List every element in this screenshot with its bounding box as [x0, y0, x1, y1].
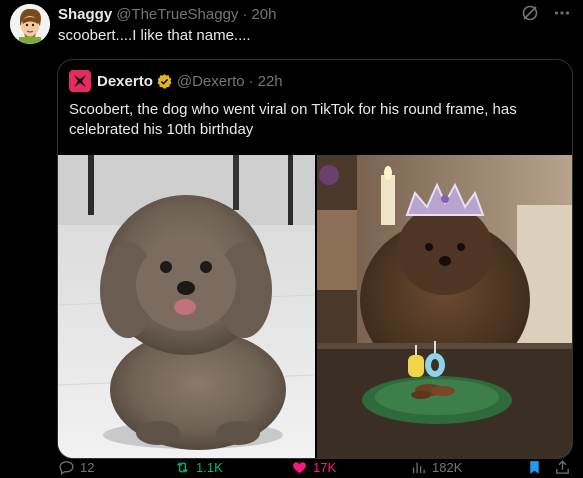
views-count: 182K [432, 459, 463, 475]
tweet-top-actions [519, 2, 573, 24]
quote-timestamp[interactable]: 22h [258, 73, 283, 90]
quote-handle[interactable]: @Dexerto [177, 73, 245, 90]
display-name[interactable]: Shaggy [58, 6, 112, 23]
timestamp[interactable]: 20h [251, 6, 276, 23]
media-image-dog[interactable] [58, 155, 315, 458]
media-image-birthday[interactable] [317, 155, 572, 458]
views-icon [412, 462, 425, 473]
bookmark-icon [530, 460, 539, 474]
repost-icon [177, 461, 188, 473]
reply-icon [59, 460, 74, 475]
grok-icon[interactable] [519, 2, 541, 24]
reply-count: 12 [80, 459, 95, 475]
share-icon [556, 459, 569, 474]
avatar[interactable] [10, 4, 50, 44]
quote-display-name[interactable]: Dexerto [97, 73, 153, 90]
handle[interactable]: @TheTrueShaggy [116, 6, 238, 23]
reply-button[interactable]: 12 [58, 458, 94, 476]
share-button[interactable] [554, 458, 571, 476]
quote-text: Scoobert, the dog who went viral on TikT… [69, 101, 517, 138]
quote-tweet[interactable]: Dexerto @Dexerto · 22h Scoobert, the dog… [57, 59, 573, 459]
tweet-header: Shaggy @TheTrueShaggy · 20h [58, 3, 276, 25]
repost-button[interactable]: 1.1K [174, 458, 223, 476]
like-count: 17K [313, 459, 337, 475]
dexerto-avatar[interactable] [69, 70, 91, 92]
tweet-text: scoobert....I like that name.... [58, 27, 251, 44]
repost-count: 1.1K [196, 459, 223, 475]
quote-separator-dot: · [248, 72, 254, 90]
verified-badge-icon [157, 73, 172, 89]
bookmark-button[interactable] [526, 458, 543, 476]
separator-dot: · [242, 5, 248, 23]
heart-icon [293, 461, 306, 473]
media-grid [58, 155, 572, 458]
like-button[interactable]: 17K [291, 458, 336, 476]
quote-header: Dexerto @Dexerto · 22h [69, 70, 283, 92]
more-icon[interactable] [551, 2, 573, 24]
views-button[interactable]: 182K [410, 458, 462, 476]
tweet-actions: 12 1.1K 17K 182K [58, 458, 573, 476]
